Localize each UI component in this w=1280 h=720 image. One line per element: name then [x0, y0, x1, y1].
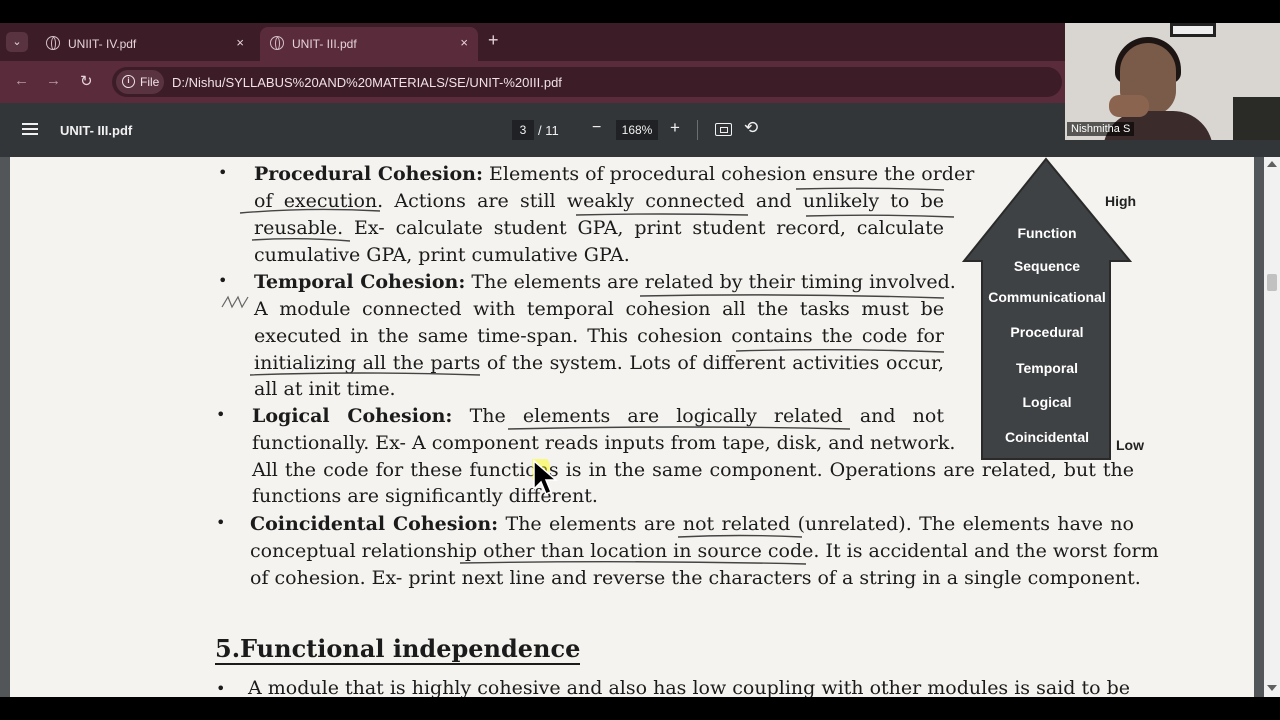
new-tab-button[interactable]: +	[488, 30, 499, 50]
tab-unit-iv[interactable]: UNIIT- IV.pdf ×	[36, 27, 254, 61]
level-sequence: Sequence	[1013, 258, 1081, 274]
level-communicational: Communicational	[988, 289, 1106, 305]
participant-name: Nishmitha S	[1067, 122, 1135, 136]
presenter-hand	[1109, 95, 1149, 117]
pdf-page: • Procedural Cohesion: Elements of proce…	[10, 157, 1254, 697]
scroll-down-arrow-icon[interactable]	[1267, 685, 1277, 691]
mouse-cursor-icon	[532, 459, 559, 495]
site-info-chip[interactable]: i File	[116, 70, 164, 94]
info-icon: i	[122, 75, 135, 88]
vertical-scrollbar[interactable]	[1264, 157, 1280, 697]
cohesion-arrow-diagram: Function Sequence Communicational Proced…	[962, 157, 1162, 467]
tab-title: UNIIT- IV.pdf	[68, 37, 137, 51]
low-label: Low	[1116, 437, 1144, 453]
globe-icon	[270, 36, 284, 50]
forward-button[interactable]: →	[46, 72, 61, 89]
wall-frame	[1170, 23, 1216, 37]
page-number-input[interactable]: 3	[512, 120, 534, 140]
fit-to-page-icon[interactable]	[715, 123, 732, 136]
level-function: Function	[1017, 225, 1077, 241]
pdf-viewport[interactable]: • Procedural Cohesion: Elements of proce…	[0, 157, 1280, 697]
address-bar[interactable]: i File D:/Nishu/SYLLABUS%20AND%20MATERIA…	[112, 67, 1062, 97]
scrollbar-thumb[interactable]	[1267, 274, 1277, 291]
url-text[interactable]: D:/Nishu/SYLLABUS%20AND%20MATERIALS/SE/U…	[172, 75, 562, 90]
scroll-up-arrow-icon[interactable]	[1267, 161, 1277, 167]
reload-button[interactable]: ↻	[80, 72, 93, 90]
high-label: High	[1105, 193, 1137, 209]
pdf-title: UNIT- III.pdf	[60, 123, 133, 138]
globe-icon	[46, 36, 60, 50]
tab-close-button[interactable]: ×	[236, 35, 244, 50]
bottom-black-strip	[0, 697, 1280, 720]
rotate-icon[interactable]: ⟲	[744, 118, 758, 138]
tab-search-button[interactable]: ⌄	[6, 32, 28, 52]
zoom-in-button[interactable]: +	[670, 118, 680, 138]
site-info-label: File	[140, 75, 160, 89]
tab-unit-iii[interactable]: UNIT- III.pdf ×	[260, 27, 478, 61]
menu-icon[interactable]	[22, 123, 38, 135]
toolbar-divider	[697, 120, 698, 140]
level-logical: Logical	[1022, 394, 1072, 410]
top-black-strip	[0, 0, 1280, 23]
background-plant	[1233, 97, 1280, 140]
back-button[interactable]: ←	[14, 72, 29, 89]
tab-title: UNIT- III.pdf	[292, 37, 357, 51]
level-coincidental: Coincidental	[1004, 429, 1089, 445]
zoom-input[interactable]: 168%	[616, 120, 658, 140]
level-procedural: Procedural	[1010, 324, 1084, 340]
webcam-video: Nishmitha S	[1065, 23, 1280, 140]
zoom-out-button[interactable]: −	[592, 119, 601, 137]
page-total: / 11	[538, 123, 559, 138]
tab-close-button[interactable]: ×	[460, 35, 468, 50]
level-temporal: Temporal	[1016, 360, 1078, 376]
